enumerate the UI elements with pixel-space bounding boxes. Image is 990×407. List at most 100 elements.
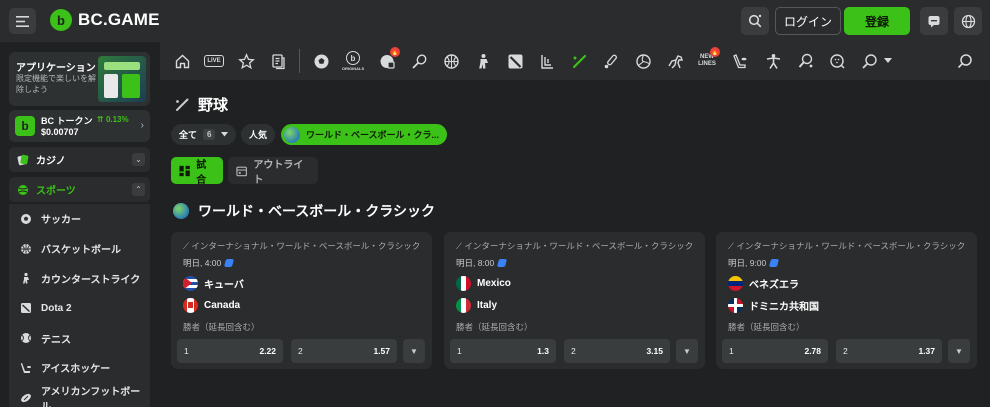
bc-token-card[interactable]: b BC トークン ⇈ 0.13% $0.00707 › bbox=[9, 110, 150, 142]
live-stream-icon bbox=[497, 259, 508, 267]
sportsbar-tennis[interactable] bbox=[409, 51, 429, 71]
odd-button-home[interactable]: 1 2.78 bbox=[722, 339, 828, 363]
more-markets-button[interactable]: ▼ bbox=[948, 339, 970, 363]
sportsbar-featured[interactable]: 🔥 bbox=[377, 47, 400, 71]
bc-game-logo[interactable]: b BC.GAME bbox=[50, 9, 160, 31]
sportsbar-horse-racing[interactable] bbox=[665, 51, 685, 71]
match-market: 勝者（延長回含む） bbox=[456, 322, 533, 332]
sportsbar-divider bbox=[299, 49, 300, 73]
sidebar-item-basketball[interactable]: バスケットボール bbox=[9, 234, 150, 264]
sidebar-item-soccer[interactable]: サッカー bbox=[9, 204, 150, 234]
tab-matches[interactable]: 試合 bbox=[171, 157, 223, 186]
baseball-bat-icon: ⟋ bbox=[456, 241, 462, 251]
match-card[interactable]: ⟋ インターナショナル・ワールド・ベースボール・クラシック 明日, 9:00 ベ… bbox=[716, 232, 977, 369]
search-button[interactable] bbox=[741, 7, 769, 35]
sidebar-item-counter-strike[interactable]: カウンターストライク bbox=[9, 264, 150, 294]
menu-toggle-button[interactable] bbox=[9, 8, 36, 34]
sportsbar-more[interactable] bbox=[859, 51, 879, 71]
sportsbar-new-lines[interactable]: NEW LINES 🔥 bbox=[697, 47, 720, 71]
sportsbar-baseball[interactable] bbox=[569, 51, 589, 71]
token-price: $0.00707 bbox=[41, 127, 79, 137]
section-title-text: ワールド・ベースボール・クラシック bbox=[198, 203, 436, 219]
sidebar-item-casino[interactable]: カジノ ⌄ bbox=[9, 147, 150, 172]
volleyball-icon bbox=[635, 53, 651, 69]
sportsbar-league[interactable] bbox=[537, 51, 557, 71]
league-icon bbox=[540, 54, 553, 69]
sidebar-sport-label: バスケットボール bbox=[41, 245, 121, 257]
sportsbar-favorites[interactable] bbox=[236, 51, 256, 71]
fire-icon: 🔥 bbox=[710, 47, 720, 57]
odd-button-away[interactable]: 2 1.37 bbox=[836, 339, 942, 363]
mexico-flag-icon bbox=[456, 276, 471, 291]
sidebar-sports-label: スポーツ bbox=[36, 186, 76, 197]
sportsbar-hockey[interactable] bbox=[730, 51, 750, 71]
section-title: ワールド・ベースボール・クラシック bbox=[173, 201, 435, 221]
venezuela-flag-icon bbox=[728, 276, 743, 291]
chevron-down-icon[interactable]: ⌄ bbox=[132, 153, 145, 166]
odd-button-home[interactable]: 1 1.3 bbox=[450, 339, 556, 363]
token-change: ⇈ 0.13% bbox=[97, 115, 129, 124]
more-markets-button[interactable]: ▼ bbox=[676, 339, 698, 363]
match-card[interactable]: ⟋ インターナショナル・ワールド・ベースボール・クラシック 明日, 4:00 キ… bbox=[171, 232, 432, 369]
baseball-bat-icon bbox=[176, 98, 189, 111]
sportsbar-home[interactable] bbox=[172, 51, 192, 71]
app-promo-title: アプリケーション bbox=[16, 63, 96, 74]
more-markets-button[interactable]: ▼ bbox=[403, 339, 425, 363]
sportsbar-betslip[interactable] bbox=[268, 51, 288, 71]
odd-button-home[interactable]: 1 2.22 bbox=[177, 339, 283, 363]
filter-wbc-label: ワールド・ベースボール・クラ... bbox=[306, 130, 440, 140]
match-league: ⟋ インターナショナル・ワールド・ベースボール・クラシック bbox=[728, 241, 966, 251]
sportsbar-boxing[interactable] bbox=[763, 51, 783, 71]
dominican-republic-flag-icon bbox=[728, 298, 743, 313]
tab-matches-label: 試合 bbox=[196, 159, 207, 186]
filter-popular-chip[interactable]: 人気 bbox=[241, 124, 276, 145]
sportsbar-cricket[interactable] bbox=[601, 51, 621, 71]
sportsbar-originals[interactable]: b ORIGINALS bbox=[342, 51, 364, 71]
signup-button[interactable]: 登録 bbox=[844, 7, 910, 35]
sidebar-item-ice-hockey[interactable]: アイスホッケー bbox=[9, 353, 150, 383]
login-button[interactable]: ログイン bbox=[775, 7, 841, 35]
tab-outright[interactable]: アウトライト bbox=[228, 157, 318, 186]
sportsbar-counter-strike[interactable] bbox=[473, 51, 493, 71]
odd-button-away[interactable]: 2 3.15 bbox=[564, 339, 670, 363]
soccer-icon bbox=[20, 213, 32, 225]
filter-wbc-chip[interactable]: ワールド・ベースボール・クラ... bbox=[281, 124, 448, 145]
chat-icon bbox=[928, 16, 940, 28]
sidebar-sport-label: アメリカンフットボール bbox=[41, 386, 141, 407]
sidebar-sport-label: サッカー bbox=[41, 215, 81, 227]
sportsbar-live[interactable]: LIVE bbox=[203, 51, 225, 71]
page-title: 野球 bbox=[174, 94, 228, 115]
match-card[interactable]: ⟋ インターナショナル・ワールド・ベースボール・クラシック 明日, 8:00 M… bbox=[444, 232, 705, 369]
sidebar-sport-label: Dota 2 bbox=[41, 302, 72, 314]
app-promo-card[interactable]: アプリケーション 限定機能で楽しいを解除しよう bbox=[9, 52, 150, 106]
filter-all-chip[interactable]: 全て 6 bbox=[171, 124, 237, 145]
chat-button[interactable] bbox=[920, 7, 948, 35]
chevron-up-icon[interactable]: ⌃ bbox=[132, 183, 145, 196]
sidebar-item-american-football[interactable]: アメリカンフットボール bbox=[9, 383, 150, 407]
hockey-stick-icon bbox=[732, 53, 746, 68]
tennis-racket-icon bbox=[411, 53, 426, 69]
sports-category-bar: LIVE b ORIGINALS 🔥 NEW LINES 🔥 bbox=[160, 42, 990, 80]
sportsbar-dropdown[interactable] bbox=[882, 51, 894, 71]
sportsbar-table-tennis[interactable] bbox=[795, 51, 815, 71]
sportsbar-search[interactable] bbox=[955, 51, 975, 71]
sportsbar-volleyball[interactable] bbox=[633, 51, 653, 71]
sidebar-item-tennis[interactable]: テニス bbox=[9, 323, 150, 353]
sportsbar-golf[interactable] bbox=[827, 51, 847, 71]
app-promo-description: 限定機能で楽しいを解除しよう bbox=[16, 74, 96, 94]
app-promo-image bbox=[98, 56, 146, 102]
sportsbar-dota2[interactable] bbox=[505, 51, 525, 71]
search-icon bbox=[748, 14, 762, 28]
sportsbar-basketball[interactable] bbox=[441, 51, 461, 71]
match-time: 明日, 4:00 bbox=[183, 257, 235, 269]
basketball-icon bbox=[443, 53, 459, 69]
sportsbar-soccer[interactable] bbox=[311, 51, 331, 71]
language-button[interactable] bbox=[954, 7, 982, 35]
logo-text: BC.GAME bbox=[78, 10, 160, 29]
sidebar-item-sports[interactable]: スポーツ ⌃ bbox=[9, 177, 150, 202]
sidebar-item-dota2[interactable]: Dota 2 bbox=[9, 293, 150, 323]
match-team-home: キューバ bbox=[183, 276, 244, 291]
odd-button-away[interactable]: 2 1.57 bbox=[291, 339, 397, 363]
caret-down-icon bbox=[221, 132, 229, 137]
sidebar-sport-label: テニス bbox=[41, 334, 71, 346]
